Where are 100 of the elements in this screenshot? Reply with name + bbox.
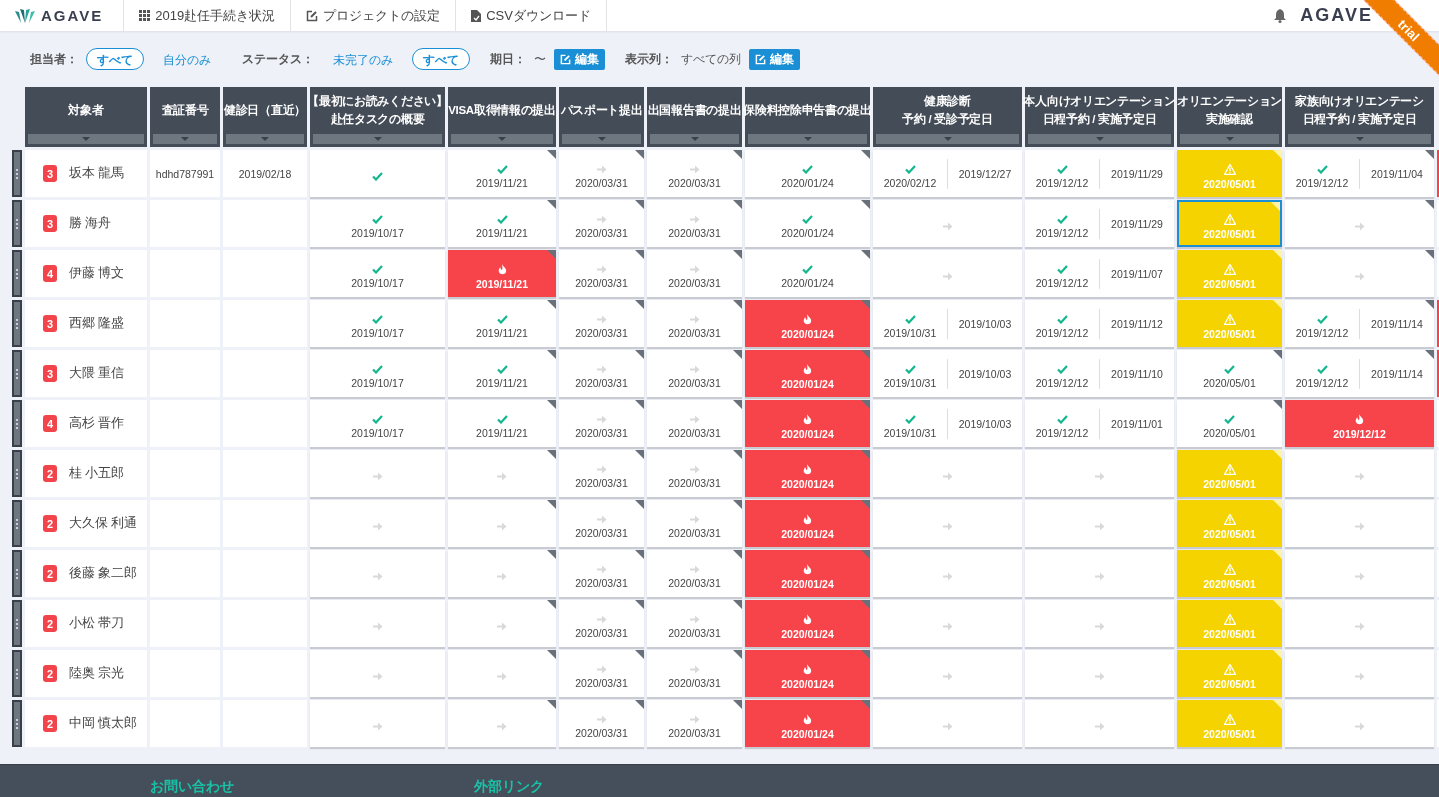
task-cell[interactable]: [310, 700, 445, 747]
task-cell[interactable]: 2020/03/31: [647, 400, 742, 447]
task-cell[interactable]: 2020/03/31: [559, 350, 644, 397]
task-cell[interactable]: 2020/01/24: [745, 650, 870, 697]
drag-handle[interactable]: [12, 450, 22, 497]
task-cell[interactable]: 2019/11/21: [448, 400, 556, 447]
filter-option[interactable]: すべて: [412, 48, 470, 70]
task-cell[interactable]: 2020/03/31: [559, 400, 644, 447]
task-cell[interactable]: [448, 550, 556, 597]
task-cell[interactable]: [448, 450, 556, 497]
task-cell[interactable]: [873, 600, 1022, 647]
task-cell[interactable]: [1285, 650, 1434, 697]
task-cell[interactable]: 2019/10/31 2019/10/03: [873, 300, 1022, 347]
task-cell[interactable]: 2019/10/31 2019/10/03: [873, 350, 1022, 397]
task-cell[interactable]: [873, 200, 1022, 247]
task-cell[interactable]: [1285, 700, 1434, 747]
task-cell[interactable]: 2020/01/24: [745, 400, 870, 447]
task-cell[interactable]: 2019/11/21: [448, 350, 556, 397]
task-cell[interactable]: 2020/03/31: [559, 150, 644, 197]
task-cell[interactable]: [310, 500, 445, 547]
nav-tab[interactable]: 2019赴任手続き状況: [124, 0, 292, 31]
task-cell[interactable]: [310, 550, 445, 597]
person-name[interactable]: 伊藤 博文: [69, 265, 125, 282]
column-header[interactable]: オリエンテーション 実施確認: [1177, 87, 1282, 147]
task-cell[interactable]: [1285, 200, 1434, 247]
task-cell[interactable]: 2020/03/31: [647, 700, 742, 747]
task-cell[interactable]: 2020/01/24: [745, 500, 870, 547]
person-name[interactable]: 大隈 重信: [69, 365, 125, 382]
task-cell[interactable]: 2020/02/12 2019/12/27: [873, 150, 1022, 197]
task-cell[interactable]: 2019/12/12 2019/11/29: [1025, 200, 1174, 247]
drag-handle[interactable]: [12, 350, 22, 397]
task-cell[interactable]: [873, 250, 1022, 297]
bell-icon[interactable]: [1274, 8, 1287, 23]
column-header[interactable]: VISA取得情報の提出: [448, 87, 556, 147]
column-header[interactable]: 査証番号: [150, 87, 220, 147]
task-cell[interactable]: 2020/03/31: [647, 550, 742, 597]
person-name[interactable]: 大久保 利通: [69, 515, 138, 532]
task-cell[interactable]: 2019/10/17: [310, 250, 445, 297]
task-cell[interactable]: [873, 650, 1022, 697]
task-cell[interactable]: 2019/11/21: [448, 150, 556, 197]
filter-option[interactable]: すべて: [86, 48, 144, 70]
edit-button[interactable]: 編集: [554, 48, 605, 70]
task-cell[interactable]: [1285, 250, 1434, 297]
task-cell[interactable]: 2020/03/31: [647, 500, 742, 547]
column-header[interactable]: 対象者: [25, 87, 147, 147]
task-cell[interactable]: [1025, 450, 1174, 497]
drag-handle[interactable]: [12, 300, 22, 347]
task-cell[interactable]: [448, 700, 556, 747]
task-cell[interactable]: [1025, 550, 1174, 597]
drag-handle[interactable]: [12, 700, 22, 747]
task-cell[interactable]: [448, 650, 556, 697]
task-cell[interactable]: [448, 600, 556, 647]
nav-tab[interactable]: CSVダウンロード: [456, 0, 607, 31]
task-cell[interactable]: 2019/10/17: [310, 350, 445, 397]
drag-handle[interactable]: [12, 200, 22, 247]
task-cell[interactable]: 2019/12/12: [1285, 400, 1434, 447]
task-cell[interactable]: 2019/11/21: [448, 250, 556, 297]
task-cell[interactable]: [448, 500, 556, 547]
task-cell[interactable]: 2020/03/31: [559, 700, 644, 747]
task-cell[interactable]: 2019/12/12 2019/11/04: [1285, 150, 1434, 197]
task-cell[interactable]: 2019/12/12 2019/11/29: [1025, 150, 1174, 197]
task-cell[interactable]: 2020/03/31: [559, 650, 644, 697]
task-cell[interactable]: 2020/01/24: [745, 300, 870, 347]
sort-bar[interactable]: [876, 134, 1019, 144]
task-cell[interactable]: [310, 650, 445, 697]
column-header[interactable]: 【最初にお読みください】 赴任タスクの概要: [310, 87, 445, 147]
task-cell[interactable]: 2020/03/31: [647, 150, 742, 197]
sort-bar[interactable]: [451, 134, 553, 144]
drag-handle[interactable]: [12, 600, 22, 647]
drag-handle[interactable]: [12, 250, 22, 297]
drag-handle[interactable]: [12, 400, 22, 447]
task-cell[interactable]: 2020/03/31: [559, 450, 644, 497]
task-cell[interactable]: [310, 450, 445, 497]
task-cell[interactable]: 2020/03/31: [647, 300, 742, 347]
column-header[interactable]: 出国報告書の提出: [647, 87, 742, 147]
sort-bar[interactable]: [1288, 134, 1431, 144]
task-cell[interactable]: 2020/03/31: [647, 450, 742, 497]
task-cell[interactable]: 2019/12/12 2019/11/01: [1025, 400, 1174, 447]
task-cell[interactable]: 2020/03/31: [647, 350, 742, 397]
task-cell[interactable]: 2019/12/12 2019/11/14: [1285, 300, 1434, 347]
column-header[interactable]: パスポート提出: [559, 87, 644, 147]
task-cell[interactable]: [1025, 600, 1174, 647]
column-header[interactable]: 健診日（直近）: [223, 87, 307, 147]
task-cell[interactable]: 2020/03/31: [647, 650, 742, 697]
person-name[interactable]: 勝 海舟: [69, 215, 112, 232]
task-cell[interactable]: 2020/03/31: [647, 200, 742, 247]
task-cell[interactable]: 2019/12/12 2019/11/07: [1025, 250, 1174, 297]
task-cell[interactable]: 2019/10/17: [310, 300, 445, 347]
task-cell[interactable]: 2020/01/24: [745, 700, 870, 747]
task-cell[interactable]: 2020/05/01: [1177, 350, 1282, 397]
task-cell[interactable]: [873, 700, 1022, 747]
task-cell[interactable]: 2020/03/31: [559, 300, 644, 347]
task-cell[interactable]: 2020/03/31: [559, 250, 644, 297]
task-cell[interactable]: 2019/12/12 2019/11/14: [1285, 350, 1434, 397]
task-cell[interactable]: 2020/03/31: [559, 200, 644, 247]
task-cell[interactable]: [873, 550, 1022, 597]
drag-handle[interactable]: [12, 650, 22, 697]
task-cell[interactable]: 2019/11/21: [448, 200, 556, 247]
person-name[interactable]: 小松 帯刀: [69, 615, 125, 632]
task-cell[interactable]: 2020/01/24: [745, 250, 870, 297]
